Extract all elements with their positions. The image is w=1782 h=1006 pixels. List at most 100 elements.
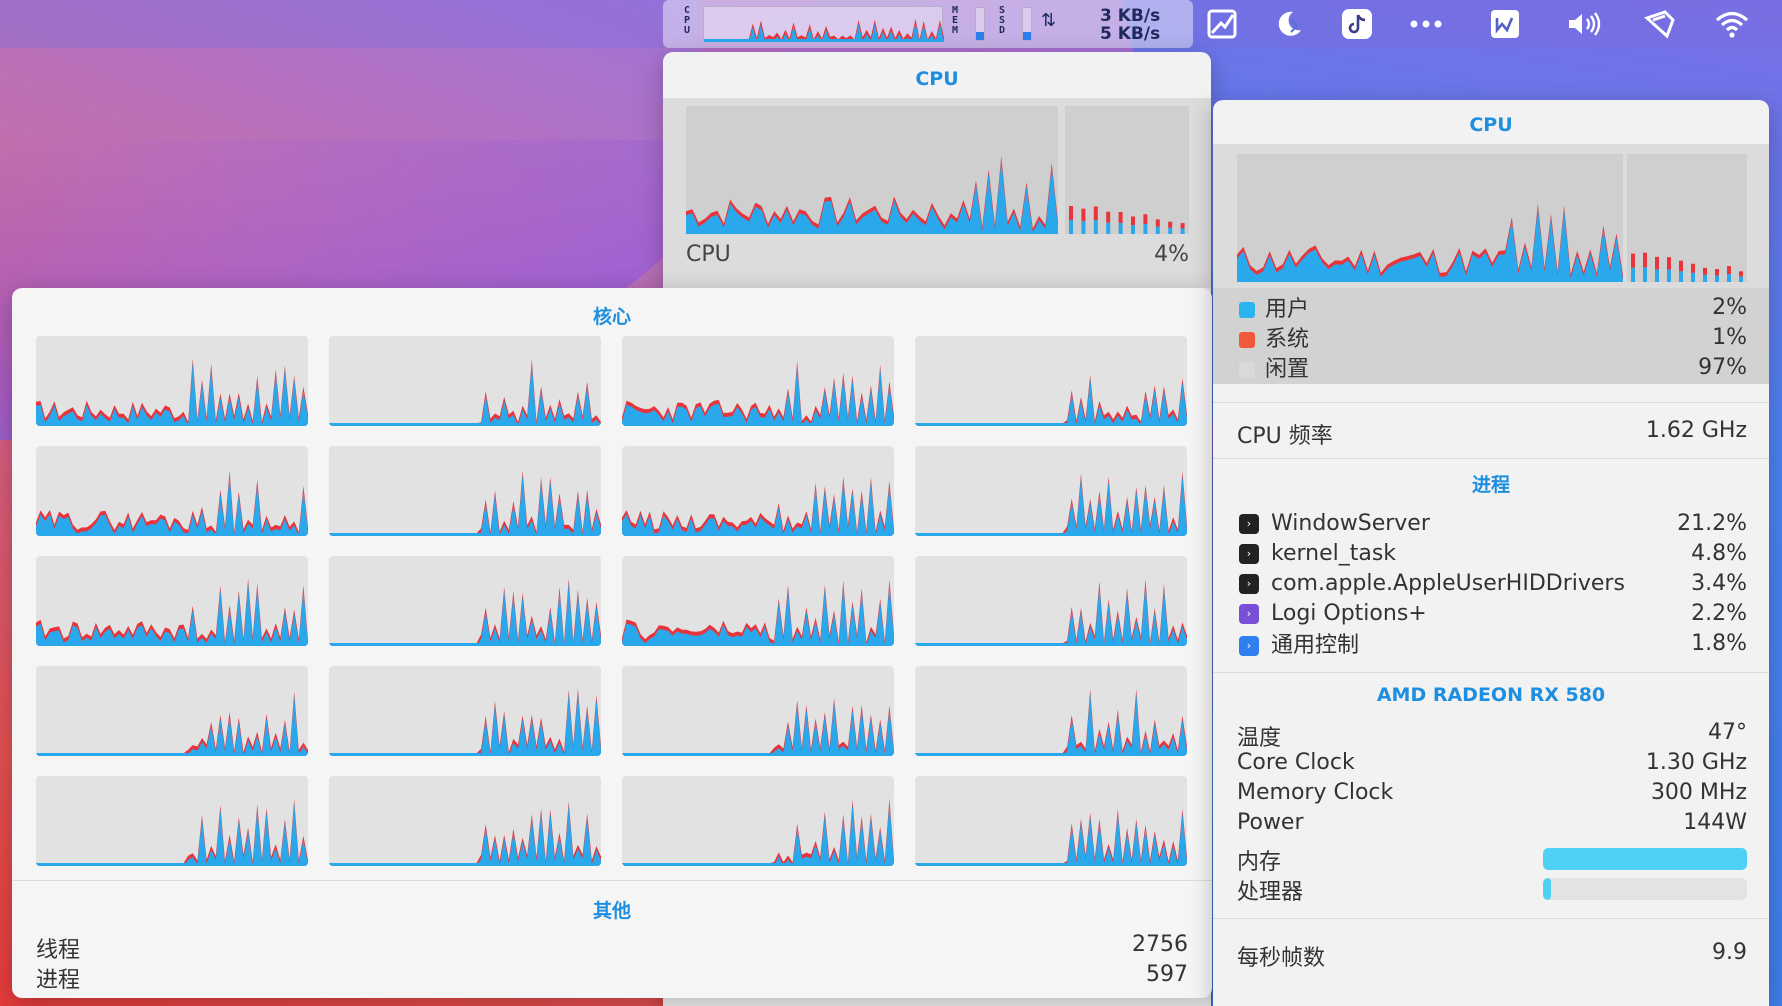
legend-system: 系统 1%: [1239, 322, 1747, 352]
core-bar-user: [1667, 269, 1671, 282]
cpu-detail-panel: CPU 用户 2% 系统 1% 闲置 97% CPU 频率 1.62 GHz 进…: [1213, 100, 1769, 1006]
core-15-chart: [622, 666, 894, 756]
detail-title: CPU: [1469, 114, 1513, 136]
tiktok-icon[interactable]: [1337, 4, 1377, 44]
fps-value: 9.9: [1712, 940, 1747, 965]
core-bar-user: [1168, 227, 1173, 234]
terminal-icon: ›: [1239, 543, 1259, 564]
core-bar-system: [1643, 252, 1647, 268]
gpu-processor-bar: [1543, 878, 1747, 900]
keyboard-icon[interactable]: [1485, 4, 1525, 44]
threads-label: 线程: [36, 938, 81, 963]
process-name: com.apple.AppleUserHIDDrivers: [1271, 570, 1625, 596]
core-bar-system: [1093, 206, 1098, 221]
baseline: [622, 533, 894, 536]
net-download-value: 5 KB/s: [1100, 24, 1161, 44]
core-5-chart: [36, 446, 308, 536]
stamp-icon[interactable]: [1640, 4, 1680, 44]
core-bar-system: [1143, 214, 1148, 225]
user-load-area: [686, 160, 1058, 234]
core-6-chart: [329, 446, 601, 536]
net-upload-value: 3 KB/s: [1100, 6, 1161, 26]
core-4-chart: [915, 336, 1187, 426]
cpu-frequency-row: CPU 频率 1.62 GHz: [1237, 418, 1747, 450]
core-bar-user: [1180, 228, 1185, 234]
user-load-area: [915, 693, 1187, 756]
cpu-value: 4%: [1154, 242, 1189, 267]
legend-user-label: 用户: [1265, 297, 1310, 322]
baseline: [915, 863, 1187, 866]
cores-panel: 核心 其他 线程 2756 进程 597: [12, 288, 1212, 998]
night-shift-icon[interactable]: [1269, 4, 1309, 44]
core-3-chart: [622, 336, 894, 426]
core-bar-system: [1155, 219, 1160, 227]
process-row[interactable]: › Logi Options+ 2.2%: [1239, 598, 1747, 628]
ssd-mini-bar[interactable]: [1022, 7, 1032, 41]
other-title: 其他: [592, 900, 631, 922]
processes-row: 进程 597: [36, 962, 1188, 994]
core-bar-system: [1655, 256, 1659, 270]
baseline: [329, 423, 601, 426]
cpu-bar-chart: [1065, 106, 1189, 234]
process-value: 21.2%: [1677, 510, 1747, 536]
baseline: [622, 423, 894, 426]
user-load-area: [329, 692, 601, 756]
core-13-chart: [36, 666, 308, 756]
gpu-stat-row: Memory Clock 300 MHz: [1237, 780, 1747, 805]
gpu-stat-value: 47°: [1708, 720, 1747, 745]
threads-value: 2756: [1132, 932, 1188, 957]
wifi-icon[interactable]: [1712, 4, 1752, 44]
core-bar-user: [1081, 221, 1086, 234]
user-load-area: [622, 702, 894, 756]
menu-bar: CPU MEM SSD ⇅ 3 KB/s 5 KB/s: [0, 0, 1782, 48]
mem-mini-bar[interactable]: [975, 7, 985, 41]
legend-idle: 闲置 97%: [1239, 352, 1747, 382]
gpu-memory-bar-fill: [1543, 848, 1747, 870]
legend-user: 用户 2%: [1239, 292, 1747, 322]
process-row[interactable]: › com.apple.AppleUserHIDDrivers 3.4%: [1239, 568, 1747, 598]
core-bar-system: [1131, 216, 1135, 226]
more-icon[interactable]: [1406, 4, 1446, 44]
process-row[interactable]: › kernel_task 4.8%: [1239, 538, 1747, 568]
gpu-stat-value: 300 MHz: [1650, 780, 1747, 805]
core-bar-user: [1069, 220, 1073, 234]
user-swatch-icon: [1239, 302, 1255, 318]
process-name: Logi Options+: [1271, 600, 1427, 626]
core-bar-system: [1739, 271, 1743, 277]
process-row[interactable]: › WindowServer 21.2%: [1239, 508, 1747, 538]
gpu-stat-label: Core Clock: [1237, 750, 1355, 775]
cpu-mini-chart[interactable]: [703, 6, 944, 42]
baseline: [36, 533, 308, 536]
cpu-frequency-label: CPU 频率: [1237, 424, 1333, 449]
core-bar-user: [1118, 223, 1123, 234]
volume-icon[interactable]: [1566, 4, 1606, 44]
core-11-chart: [622, 556, 894, 646]
core-8-chart: [915, 446, 1187, 536]
baseline: [329, 643, 601, 646]
universal-control-icon: ›: [1239, 636, 1259, 656]
core-16-chart: [915, 666, 1187, 756]
vertical-label-text: MEM: [951, 5, 959, 36]
gpu-stat-value: 144W: [1683, 810, 1747, 835]
baseline: [329, 533, 601, 536]
process-row[interactable]: › 通用控制 1.8%: [1239, 628, 1747, 658]
core-bar-system: [1679, 260, 1683, 272]
gpu-processor-label: 处理器: [1237, 880, 1304, 905]
core-19-chart: [622, 776, 894, 866]
process-value: 3.4%: [1691, 570, 1747, 596]
core-12-chart: [915, 556, 1187, 646]
usage-legend: 用户 2% 系统 1% 闲置 97%: [1213, 288, 1769, 384]
mem-vertical-label: MEM: [950, 6, 960, 36]
core-bar-system: [1691, 263, 1695, 273]
baseline: [329, 863, 601, 866]
legend-idle-label: 闲置: [1265, 357, 1310, 382]
stats-icon[interactable]: [1202, 4, 1242, 44]
process-value: 4.8%: [1691, 540, 1747, 566]
gpu-stat-label: Power: [1237, 810, 1304, 835]
user-load-area: [915, 379, 1187, 426]
core-bar-user: [1727, 274, 1731, 282]
process-title: 进程: [1471, 474, 1510, 496]
baseline: [915, 753, 1187, 756]
core-bar-system: [1667, 257, 1671, 270]
user-load-area: [915, 475, 1187, 536]
